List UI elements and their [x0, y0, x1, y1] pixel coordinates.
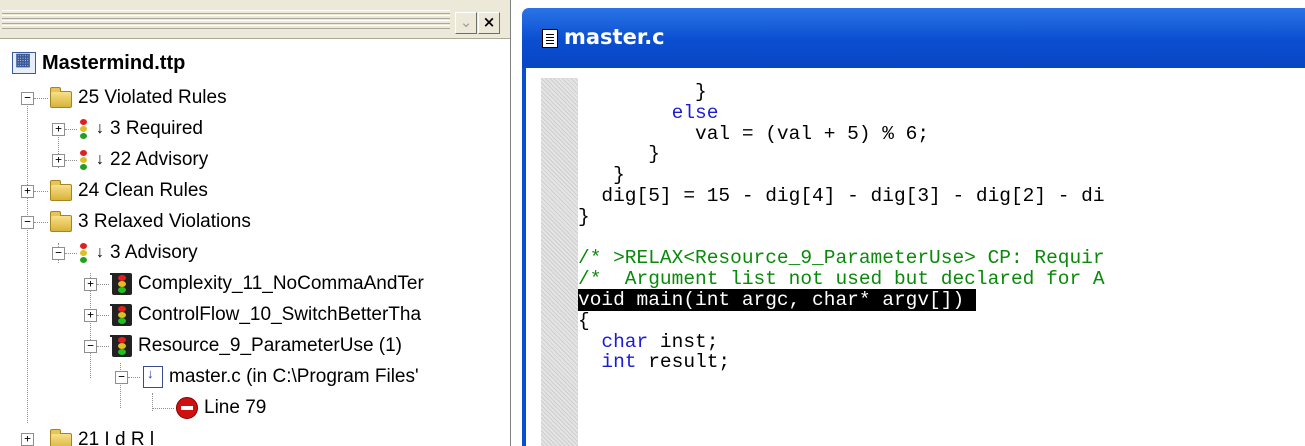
tree-item-relaxed-violations[interactable]: 3 Relaxed Violations: [50, 207, 251, 237]
code-line: char inst;: [601, 330, 719, 353]
code-line: }: [578, 164, 625, 187]
severity-lights-icon: [80, 119, 90, 139]
project-icon: [12, 50, 36, 74]
tree-item-relaxed-advisory[interactable]: ↓ 3 Advisory: [80, 238, 198, 268]
pane-titlebar: ⌄ ×: [0, 0, 510, 39]
tree-item-file[interactable]: master.c (in C:\Program Files': [143, 362, 419, 392]
tree-item-label: 21 I d R l: [78, 429, 155, 446]
expand-toggle[interactable]: +: [21, 433, 34, 446]
open-folder-icon: [50, 86, 72, 108]
tree-item-rule[interactable]: Resource_9_ParameterUse (1): [110, 331, 403, 361]
sort-down-icon: ↓: [96, 120, 104, 137]
severity-lights-icon: [80, 150, 90, 170]
tree-item-advisory[interactable]: ↓ 22 Advisory: [80, 145, 208, 175]
code-line: else: [578, 101, 719, 124]
folder-icon: [50, 179, 72, 201]
grip-line: [2, 25, 450, 29]
tree-item-label: Complexity_11_NoCommaAndTer: [138, 273, 424, 294]
code-line: }: [578, 143, 660, 166]
tree-item-rule[interactable]: ControlFlow_10_SwitchBetterTha: [110, 300, 422, 330]
tree-line: [34, 191, 48, 192]
tree-line: [97, 315, 109, 316]
grip-line: [2, 20, 450, 24]
editor-body[interactable]: } else val = (val + 5) % 6; } } dig[5] =…: [522, 68, 1305, 446]
tree-item-label: master.c (in C:\Program Files': [169, 366, 419, 387]
code-line: val = (val + 5) % 6;: [578, 122, 930, 145]
tree-item-label: 22 Advisory: [110, 149, 209, 170]
expand-toggle[interactable]: +: [84, 309, 97, 322]
source-file-icon: [143, 366, 163, 388]
collapse-toggle[interactable]: −: [115, 371, 128, 384]
code-line: int result;: [601, 351, 731, 374]
tree-item-rule[interactable]: Complexity_11_NoCommaAndTer: [110, 269, 424, 299]
expand-toggle[interactable]: +: [52, 154, 65, 167]
collapse-toggle[interactable]: −: [21, 216, 34, 229]
tree-item-label: ControlFlow_10_SwitchBetterTha: [138, 304, 422, 325]
tree-item-violated-rules[interactable]: 25 Violated Rules: [50, 83, 227, 113]
collapse-toggle[interactable]: −: [84, 340, 97, 353]
tree-line: [34, 222, 48, 223]
sort-down-icon: ↓: [96, 151, 104, 168]
tree-line: [152, 408, 174, 409]
tree-line: [97, 284, 109, 285]
tree-item-label: Resource_9_ParameterUse (1): [138, 335, 403, 356]
expand-toggle[interactable]: +: [21, 185, 34, 198]
document-icon: [542, 29, 558, 48]
tree-item-partial[interactable]: 21 I d R l: [50, 425, 154, 446]
tree-item-label: 25 Violated Rules: [78, 87, 227, 108]
editor-title: master.c: [564, 25, 665, 49]
minimize-button[interactable]: ⌄: [455, 12, 477, 34]
traffic-light-icon: [110, 335, 132, 357]
tree-line: [34, 98, 48, 99]
tree-item-label: 3 Required: [110, 118, 203, 139]
tree-item-label: Line 79: [204, 397, 267, 418]
open-folder-icon: [50, 210, 72, 232]
grip-line: [2, 10, 450, 14]
editor-window: master.c } else val = (val + 5) % 6; } }…: [522, 8, 1305, 446]
expand-toggle[interactable]: +: [84, 278, 97, 291]
rule-tree-pane: ⌄ × Mastermind.ttp − 25 Violated Rules +: [0, 0, 511, 446]
editor-titlebar[interactable]: master.c: [522, 8, 1305, 68]
tree-line: [65, 253, 77, 254]
code-line: /* Argument list not used but declared f…: [578, 268, 1105, 291]
code-line: }: [578, 205, 590, 228]
code-line: void main(int argc, char* argv[]): [578, 288, 976, 311]
tree-item-required[interactable]: ↓ 3 Required: [80, 114, 203, 144]
severity-lights-icon: [80, 243, 90, 263]
collapse-toggle[interactable]: −: [21, 92, 34, 105]
tree-item-label: Mastermind.ttp: [42, 51, 186, 74]
tree-line: [65, 129, 77, 130]
code-line: {: [578, 309, 590, 332]
expand-toggle[interactable]: +: [52, 123, 65, 136]
editor-gutter: [541, 78, 578, 446]
tree-line: [128, 377, 140, 378]
close-button[interactable]: ×: [478, 12, 500, 34]
tree-line: [97, 346, 109, 347]
collapse-toggle[interactable]: −: [52, 247, 65, 260]
tree-item-clean-rules[interactable]: 24 Clean Rules: [50, 176, 208, 206]
folder-icon: [50, 428, 72, 446]
code-line: /* >RELAX<Resource_9_ParameterUse> CP: R…: [578, 247, 1105, 270]
sort-down-icon: ↓: [96, 244, 104, 261]
traffic-light-icon: [110, 273, 132, 295]
tree-line: [65, 160, 77, 161]
tree-line: [27, 93, 28, 423]
tree-item-label: 3 Relaxed Violations: [78, 211, 251, 232]
grip-line: [2, 15, 450, 19]
code-line: dig[5] = 15 - dig[4] - dig[3] - dig[2] -…: [578, 184, 1105, 207]
code-line: }: [578, 81, 707, 103]
code-area[interactable]: } else val = (val + 5) % 6; } } dig[5] =…: [578, 82, 1305, 373]
violation-stop-icon: [176, 397, 198, 419]
tree-item-line[interactable]: Line 79: [176, 393, 266, 423]
tree-item-project[interactable]: Mastermind.ttp: [12, 48, 185, 78]
tree-item-label: 24 Clean Rules: [78, 180, 208, 201]
tree-item-label: 3 Advisory: [110, 242, 198, 263]
traffic-light-icon: [110, 304, 132, 326]
